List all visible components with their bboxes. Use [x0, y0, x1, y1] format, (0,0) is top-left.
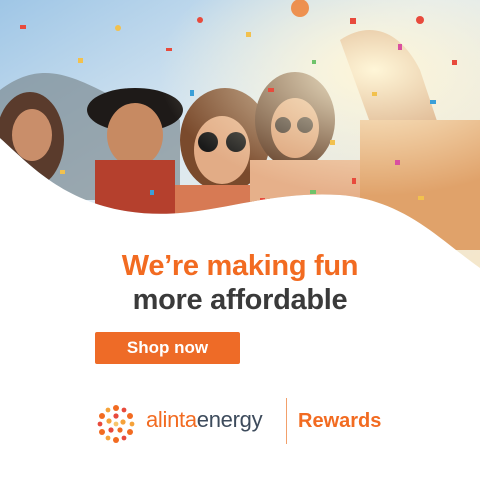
headline-line-2: more affordable [132, 284, 348, 316]
headline-line-1: We’re making fun [121, 250, 359, 282]
brand-name-part2: energy [196, 407, 263, 432]
brand-name-part1: alinta [146, 407, 197, 432]
shop-now-button[interactable]: Shop now [95, 332, 240, 364]
brand-wordmark: alintaenergy [146, 407, 263, 433]
alinta-sun-logo-icon [94, 402, 138, 446]
ad-banner[interactable]: We’re making fun more affordable Shop no… [0, 0, 480, 480]
brand-divider [286, 398, 287, 444]
rewards-label: Rewards [298, 410, 382, 432]
